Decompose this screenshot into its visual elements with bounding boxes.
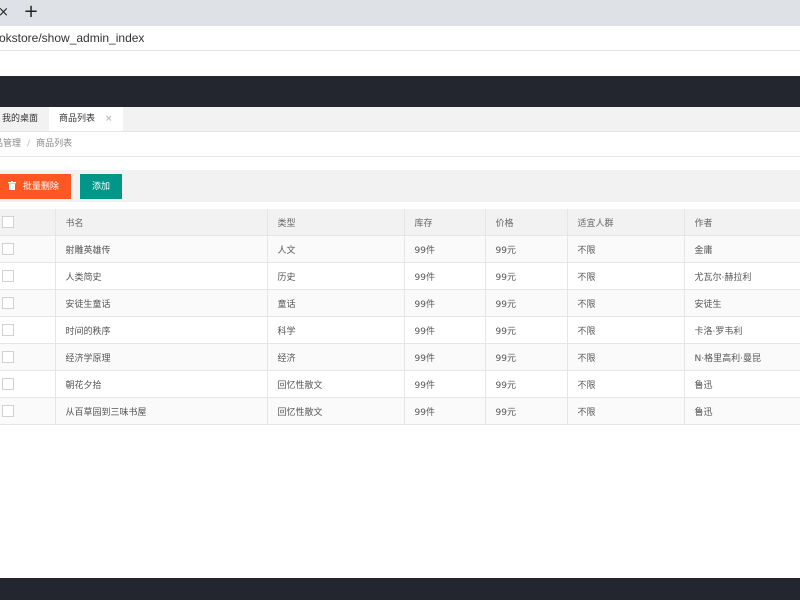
row-checkbox[interactable] <box>2 405 14 417</box>
cell-author: 鲁迅 <box>684 370 800 398</box>
cell-author: 安徒生 <box>684 289 800 317</box>
cell-price: 99元 <box>485 262 568 290</box>
product-table: 书名 类型 库存 价格 适宜人群 作者 射雕英雄传 人文 99件 99元 不限 … <box>0 209 800 425</box>
cell-price: 99元 <box>485 370 568 398</box>
cell-author: 鲁迅 <box>684 397 800 425</box>
row-checkbox[interactable] <box>2 351 14 363</box>
table-header-row: 书名 类型 库存 价格 适宜人群 作者 <box>0 209 800 236</box>
batch-delete-label: 批量删除 <box>22 182 59 192</box>
column-header-stock: 库存 <box>404 209 486 236</box>
column-header-title: 书名 <box>55 209 268 236</box>
cell-title: 从百草园到三味书屋 <box>55 397 268 425</box>
cell-type: 人文 <box>267 235 405 263</box>
cell-stock: 99件 <box>404 262 486 290</box>
browser-tab-strip: × + <box>0 0 800 26</box>
cell-audience: 不限 <box>567 316 685 344</box>
cell-type: 科学 <box>267 316 405 344</box>
cell-type: 回忆性散文 <box>267 397 405 425</box>
cell-audience: 不限 <box>567 289 685 317</box>
row-checkbox[interactable] <box>2 270 14 282</box>
table-row[interactable]: 安徒生童话 童话 99件 99元 不限 安徒生 <box>0 289 800 317</box>
row-checkbox[interactable] <box>2 297 14 309</box>
column-header-author: 作者 <box>684 209 800 236</box>
cell-audience: 不限 <box>567 370 685 398</box>
cell-price: 99元 <box>485 316 568 344</box>
tab-product-list-label: 商品列表 <box>59 114 96 124</box>
new-tab-icon[interactable]: + <box>22 3 40 21</box>
column-header-type: 类型 <box>267 209 405 236</box>
cell-author: N·格里高利·曼昆 <box>684 343 800 371</box>
row-checkbox-cell[interactable] <box>0 397 56 425</box>
cell-stock: 99件 <box>404 343 486 371</box>
cell-type: 历史 <box>267 262 405 290</box>
tab-my-desktop[interactable]: 我的桌面 <box>0 107 51 131</box>
cell-audience: 不限 <box>567 262 685 290</box>
cell-audience: 不限 <box>567 343 685 371</box>
row-checkbox-cell[interactable] <box>0 370 56 398</box>
row-checkbox[interactable] <box>2 378 14 390</box>
url-text[interactable]: okstore/show_admin_index <box>0 31 144 45</box>
select-all-checkbox[interactable] <box>2 216 14 228</box>
cell-stock: 99件 <box>404 235 486 263</box>
browser-tab-close-icon[interactable]: × <box>0 5 12 21</box>
row-checkbox-cell[interactable] <box>0 235 56 263</box>
column-header-audience: 适宜人群 <box>567 209 685 236</box>
cell-title: 朝花夕拾 <box>55 370 268 398</box>
admin-header-bar <box>0 76 800 107</box>
cell-stock: 99件 <box>404 316 486 344</box>
cell-stock: 99件 <box>404 289 486 317</box>
batch-delete-button[interactable]: 批量删除 <box>0 174 71 199</box>
table-row[interactable]: 射雕英雄传 人文 99件 99元 不限 金庸 <box>0 235 800 263</box>
row-checkbox-cell[interactable] <box>0 289 56 317</box>
cell-type: 童话 <box>267 289 405 317</box>
cell-author: 尤瓦尔·赫拉利 <box>684 262 800 290</box>
row-checkbox[interactable] <box>2 324 14 336</box>
row-checkbox-cell[interactable] <box>0 262 56 290</box>
column-header-price: 价格 <box>485 209 568 236</box>
trash-icon <box>8 181 19 192</box>
divider <box>0 156 800 157</box>
close-icon[interactable]: × <box>105 107 113 131</box>
breadcrumb: 品管理 / 商品列表 <box>0 135 72 153</box>
breadcrumb-item-product-list: 商品列表 <box>36 139 73 149</box>
breadcrumb-item-product-management[interactable]: 品管理 <box>0 139 21 149</box>
browser-content-top <box>0 50 800 77</box>
cell-title: 安徒生童话 <box>55 289 268 317</box>
cell-price: 99元 <box>485 343 568 371</box>
page-tab-bar: 我的桌面 商品列表 × <box>0 107 800 132</box>
cell-title: 射雕英雄传 <box>55 235 268 263</box>
cell-title: 人类简史 <box>55 262 268 290</box>
cell-stock: 99件 <box>404 370 486 398</box>
cell-price: 99元 <box>485 289 568 317</box>
action-toolbar: 批量删除 添加 <box>0 170 800 202</box>
cell-audience: 不限 <box>567 235 685 263</box>
cell-stock: 99件 <box>404 397 486 425</box>
cell-audience: 不限 <box>567 397 685 425</box>
footer-bar <box>0 578 800 600</box>
cell-price: 99元 <box>485 397 568 425</box>
breadcrumb-separator: / <box>27 139 31 149</box>
tab-my-desktop-label: 我的桌面 <box>2 114 39 124</box>
tab-product-list[interactable]: 商品列表 × <box>49 107 123 131</box>
cell-type: 回忆性散文 <box>267 370 405 398</box>
row-checkbox[interactable] <box>2 243 14 255</box>
cell-type: 经济 <box>267 343 405 371</box>
table-row[interactable]: 朝花夕拾 回忆性散文 99件 99元 不限 鲁迅 <box>0 370 800 398</box>
row-checkbox-cell[interactable] <box>0 316 56 344</box>
cell-price: 99元 <box>485 235 568 263</box>
cell-author: 金庸 <box>684 235 800 263</box>
cell-author: 卡洛·罗韦利 <box>684 316 800 344</box>
row-checkbox-cell[interactable] <box>0 343 56 371</box>
select-all-checkbox-cell[interactable] <box>0 209 56 236</box>
table-row[interactable]: 经济学原理 经济 99件 99元 不限 N·格里高利·曼昆 <box>0 343 800 371</box>
cell-title: 时间的秩序 <box>55 316 268 344</box>
table-row[interactable]: 从百草园到三味书屋 回忆性散文 99件 99元 不限 鲁迅 <box>0 397 800 425</box>
add-button[interactable]: 添加 <box>80 174 122 199</box>
address-bar[interactable]: okstore/show_admin_index <box>0 26 800 50</box>
table-row[interactable]: 人类简史 历史 99件 99元 不限 尤瓦尔·赫拉利 <box>0 262 800 290</box>
cell-title: 经济学原理 <box>55 343 268 371</box>
table-row[interactable]: 时间的秩序 科学 99件 99元 不限 卡洛·罗韦利 <box>0 316 800 344</box>
